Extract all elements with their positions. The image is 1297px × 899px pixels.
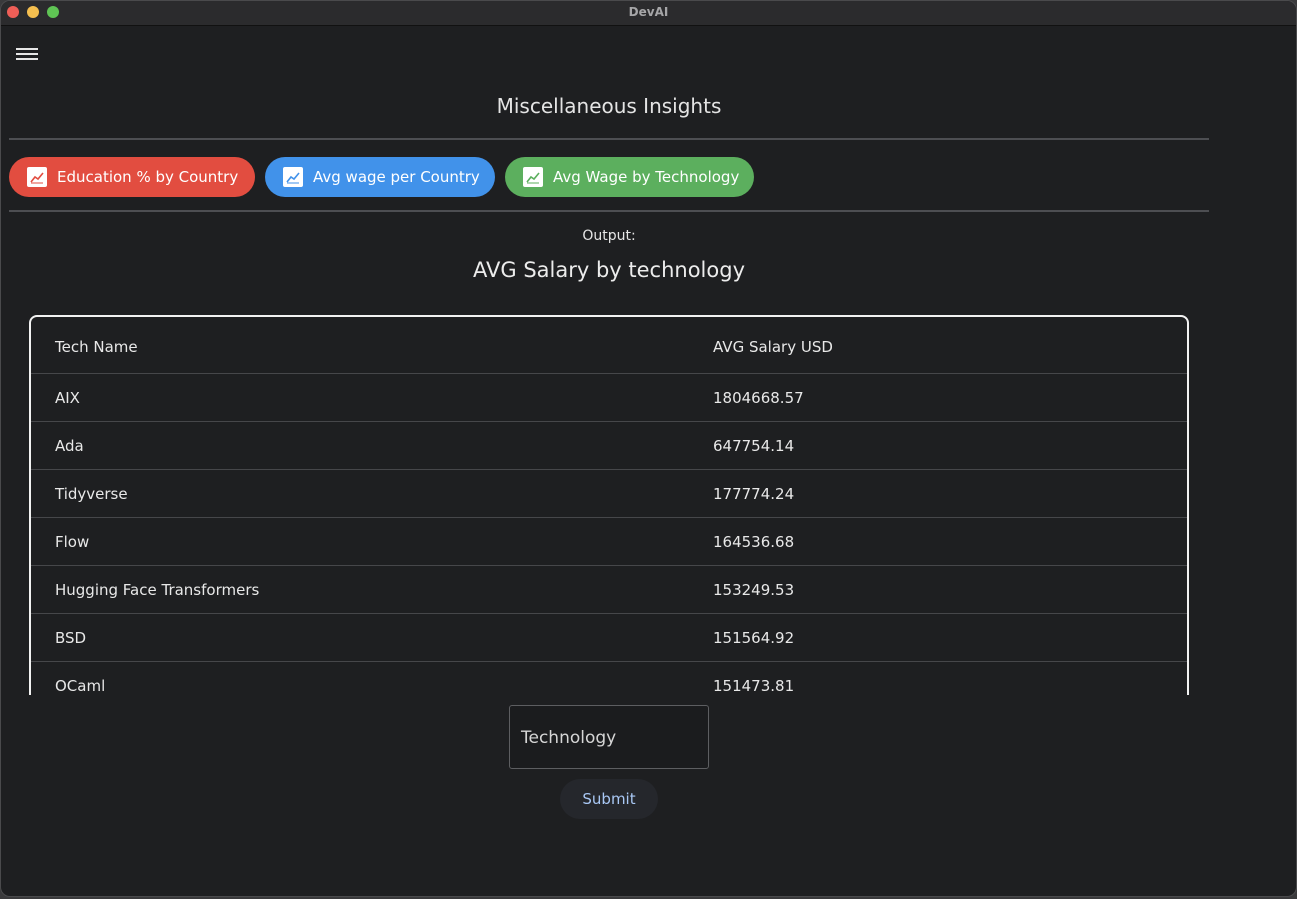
avg-salary-cell: 177774.24 xyxy=(713,485,795,503)
table-row: OCaml 151473.81 xyxy=(31,662,1187,695)
output-label: Output: xyxy=(582,228,636,244)
avg-salary-cell: 164536.68 xyxy=(713,533,795,551)
chart-line-icon xyxy=(27,167,47,187)
chart-line-icon xyxy=(283,167,303,187)
avg-salary-cell: 151473.81 xyxy=(713,677,795,695)
tech-name-cell: Ada xyxy=(55,437,84,455)
technology-input[interactable]: Technology xyxy=(509,705,709,769)
chart-line-icon xyxy=(523,167,543,187)
avg-salary-cell: 1804668.57 xyxy=(713,389,804,407)
tech-name-cell: Flow xyxy=(55,533,90,551)
tech-name-cell: BSD xyxy=(55,629,87,647)
avg-wage-by-technology-label: Avg Wage by Technology xyxy=(553,168,740,186)
table-row: AIX 1804668.57 xyxy=(31,374,1187,422)
avg-salary-cell: 151564.92 xyxy=(713,629,795,647)
title-bar: DevAI xyxy=(1,1,1296,26)
table-row: BSD 151564.92 xyxy=(31,614,1187,662)
avg-wage-per-country-label: Avg wage per Country xyxy=(313,168,480,186)
tech-name-cell: Hugging Face Transformers xyxy=(55,581,260,599)
table-row: Ada 647754.14 xyxy=(31,422,1187,470)
tech-name-cell: AIX xyxy=(55,389,80,407)
avg-wage-by-technology-button[interactable]: Avg Wage by Technology xyxy=(505,157,754,197)
avg-salary-cell: 647754.14 xyxy=(713,437,795,455)
avg-wage-per-country-button[interactable]: Avg wage per Country xyxy=(265,157,495,197)
page-title: Miscellaneous Insights xyxy=(496,94,722,118)
bottom-divider xyxy=(9,210,1209,212)
submit-button[interactable]: Submit xyxy=(560,779,658,819)
column-header-avg-salary: AVG Salary USD xyxy=(713,338,833,356)
table-row: Tidyverse 177774.24 xyxy=(31,470,1187,518)
tech-name-cell: OCaml xyxy=(55,677,106,695)
avg-salary-cell: 153249.53 xyxy=(713,581,795,599)
window-title: DevAI xyxy=(628,5,669,19)
table-row: Flow 164536.68 xyxy=(31,518,1187,566)
output-title: AVG Salary by technology xyxy=(472,258,745,282)
education-by-country-button[interactable]: Education % by Country xyxy=(9,157,255,197)
salary-table[interactable]: Tech Name AVG Salary USD AIX 1804668.57 … xyxy=(29,315,1189,695)
app-window: DevAI Miscellaneous Insights Education %… xyxy=(0,0,1297,897)
column-header-tech-name: Tech Name xyxy=(55,338,138,356)
table-header-row: Tech Name AVG Salary USD xyxy=(31,317,1187,374)
tech-name-cell: Tidyverse xyxy=(55,485,128,503)
top-divider xyxy=(9,138,1209,140)
hamburger-menu-icon[interactable] xyxy=(15,45,39,63)
education-by-country-label: Education % by Country xyxy=(57,168,239,186)
table-row: Hugging Face Transformers 153249.53 xyxy=(31,566,1187,614)
